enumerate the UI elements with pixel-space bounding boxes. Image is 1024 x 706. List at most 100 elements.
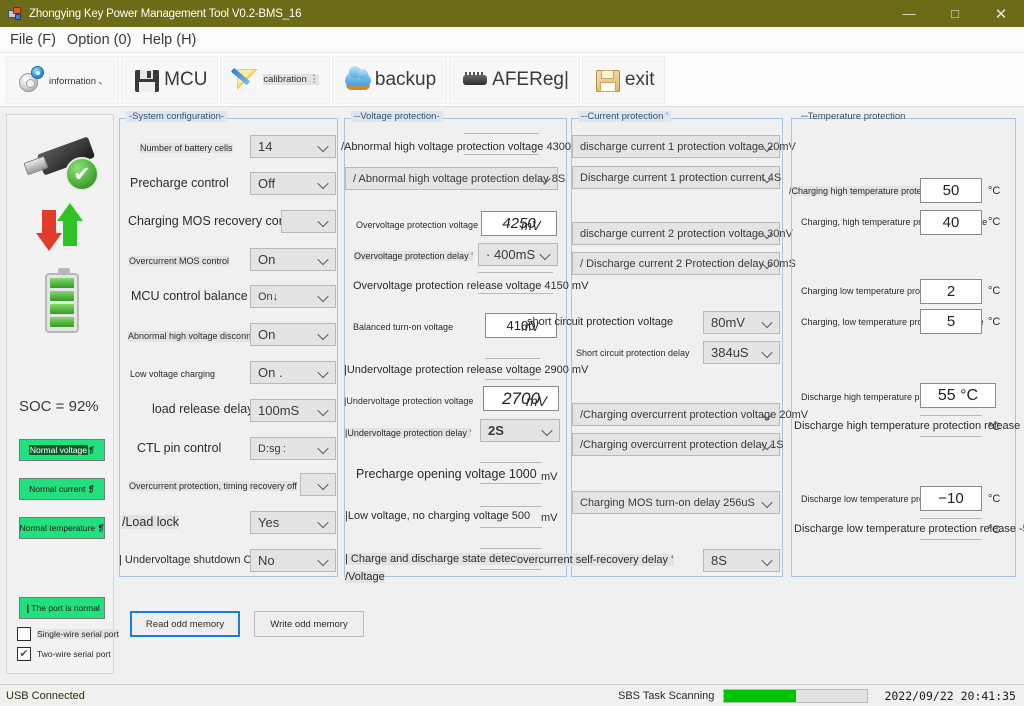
- status-normal-voltage-suffix: ❡: [88, 445, 95, 456]
- unit-charging-high-temperature-protection-release: °C: [988, 216, 1000, 228]
- label-overcurrent-mos-control: Overcurrent MOS control: [129, 256, 229, 266]
- checkbox-row-two-wire[interactable]: ✔ Two-wire serial port: [17, 647, 111, 661]
- status-normal-voltage[interactable]: Normal voltage ❡: [19, 439, 105, 461]
- label-low-voltage-charging: Low voltage charging: [130, 369, 215, 379]
- toolbar-label-mcu: MCU: [164, 69, 207, 91]
- combo-overcurrent-mos-control[interactable]: On: [250, 248, 336, 271]
- menu-item-option[interactable]: Option (0): [65, 30, 133, 50]
- floppy-exit-icon: [593, 65, 623, 95]
- toolbar-button-calibration[interactable]: calibration ⋮: [220, 56, 329, 104]
- toolbar-button-afereg[interactable]: AFEReg|: [449, 56, 580, 104]
- combo-discharge-current-2-protection-voltage[interactable]: discharge current 2 protection voltage 3…: [572, 222, 780, 245]
- combo-undervoltage-shutdown-chg[interactable]: No: [250, 549, 336, 572]
- combo-short-circuit-protection-voltage[interactable]: 80mV: [703, 311, 780, 334]
- combo-load-release-delay[interactable]: 100mS: [250, 399, 336, 422]
- input-charging-low-temperature-protection[interactable]: 2: [920, 279, 982, 304]
- menu-item-help[interactable]: Help (H): [140, 30, 198, 50]
- toolbar-label-backup: backup: [375, 69, 436, 91]
- label-number-of-battery-cells: Number of battery cells: [140, 143, 233, 153]
- input-discharge-low-temperature-protection[interactable]: −10: [920, 486, 982, 511]
- combo-charging-mos-turn-on-delay[interactable]: Charging MOS turn-on delay 256uS: [572, 491, 780, 514]
- combo-value-abnormal-high-voltage-disconnection: On: [258, 327, 275, 342]
- combo-short-circuit-protection-delay[interactable]: 384uS: [703, 341, 780, 364]
- combo-overvoltage-protection-delay[interactable]: · 400mS: [478, 243, 558, 266]
- combo-value-charging-overcurrent-protection-voltage: /Charging overcurrent protection voltage…: [580, 409, 808, 421]
- combo-value-load-release-delay: 100mS: [258, 403, 299, 418]
- checkbox-two-wire-serial-port[interactable]: ✔: [17, 647, 31, 661]
- toolbar-label-afereg: AFEReg|: [492, 69, 569, 91]
- combo-undervoltage-protection-delay[interactable]: 2S: [480, 419, 560, 442]
- combo-discharge-current-1-protection-voltage[interactable]: discharge current 1 protection voltage 2…: [572, 135, 780, 158]
- input-charging-low-temperature-protection-release[interactable]: 5: [920, 309, 982, 334]
- combo-number-of-battery-cells[interactable]: 14: [250, 135, 336, 158]
- combo-abnormal-high-voltage-protection-delay[interactable]: / Abnormal high voltage protection delay…: [345, 167, 558, 190]
- group-legend-current-protection: --Current protection ‘: [578, 111, 671, 122]
- combo-charging-overcurrent-protection-voltage[interactable]: /Charging overcurrent protection voltage…: [572, 403, 780, 426]
- input-charging-high-temperature-protection[interactable]: 50: [920, 178, 982, 203]
- unit-undervoltage-protection-voltage: mV: [526, 393, 547, 409]
- combo-value-overcurrent-self-recovery-delay: 8S: [711, 553, 727, 568]
- combo-value-charging-mos-turn-on-delay: Charging MOS turn-on delay 256uS: [580, 497, 755, 509]
- combo-charging-overcurrent-protection-delay[interactable]: /Charging overcurrent protection delay 1…: [572, 433, 780, 456]
- status-normal-current[interactable]: Normal current ❡: [19, 478, 105, 500]
- combo-value-charging-overcurrent-protection-delay: /Charging overcurrent protection delay 1…: [580, 439, 784, 451]
- label-short-circuit-protection-voltage: short circuit protection voltage: [527, 316, 673, 328]
- unit-charging-low-temperature-protection-release: °C: [988, 316, 1000, 328]
- toolbar-button-backup[interactable]: backup: [332, 56, 447, 104]
- combo-mcu-control-balance[interactable]: On↓: [250, 285, 336, 308]
- status-datetime: 2022/09/22 20:41:35: [884, 689, 1016, 703]
- label-abnormal-high-voltage-protection-voltage: /Abnormal high voltage protection voltag…: [341, 141, 591, 153]
- combo-ctl-pin-control[interactable]: D:sg :: [250, 437, 336, 460]
- toolbar-button-mcu[interactable]: MCU: [121, 56, 218, 104]
- ruler-calibration-icon: [231, 65, 261, 95]
- label-overvoltage-protection-delay: Overvoltage protection delay ‘: [354, 251, 473, 261]
- combo-low-voltage-charging[interactable]: On .: [250, 361, 336, 384]
- combo-overcurrent-protection-timing-recovery[interactable]: [300, 473, 336, 496]
- unit-discharge-high-temperature-protection-release: °C: [988, 421, 1000, 433]
- title-bar: Zhongying Key Power Management Tool V0.2…: [0, 0, 1024, 27]
- input-discharge-high-temperature-protection[interactable]: 55 °C: [920, 383, 996, 408]
- checkbox-single-wire-serial-port[interactable]: [17, 627, 31, 641]
- combo-value-overvoltage-protection-delay: · 400mS: [486, 247, 535, 262]
- checkbox-row-single-wire[interactable]: Single-wire serial port: [17, 627, 119, 641]
- close-button[interactable]: ✕: [978, 0, 1024, 27]
- combo-discharge-current-1-protection-current[interactable]: Discharge current 1 protection current 4…: [572, 166, 780, 189]
- minimize-button[interactable]: —: [886, 0, 932, 27]
- status-normal-temperature[interactable]: Normal temperature ❡: [19, 517, 105, 539]
- combo-value-number-of-battery-cells: 14: [258, 139, 272, 154]
- label-undervoltage-protection-delay: |Undervoltage protection delay ‘: [345, 428, 471, 438]
- combo-value-ctl-pin-control: D:sg :: [258, 443, 286, 455]
- combo-value-load-lock: Yes: [258, 515, 279, 530]
- label-charging-high-temperature-protection: /Charging high temperature protection: [789, 186, 941, 196]
- combo-value-short-circuit-protection-voltage: 80mV: [711, 315, 745, 330]
- app-logo-icon: [7, 6, 23, 22]
- maximize-button[interactable]: □: [932, 0, 978, 27]
- status-port-normal[interactable]: ❙The port is normal: [19, 597, 105, 619]
- combo-load-lock[interactable]: Yes: [250, 511, 336, 534]
- label-short-circuit-protection-delay: Short circuit protection delay: [576, 348, 690, 358]
- menu-bar: File (F) Option (0) Help (H): [0, 27, 1024, 53]
- input-charging-high-temperature-protection-release[interactable]: 40: [920, 210, 982, 235]
- combo-precharge-control[interactable]: Off: [250, 172, 336, 195]
- combo-charging-mos-recovery-control[interactable]: [281, 210, 336, 233]
- status-bar: USB Connected SBS Task Scanning 2022/09/…: [0, 684, 1024, 706]
- input-overvoltage-protection-voltage[interactable]: 4250: [481, 211, 557, 236]
- toolbar-button-exit[interactable]: exit: [582, 56, 666, 104]
- gear-icon: [17, 65, 47, 95]
- input-undervoltage-protection-voltage[interactable]: 2700: [483, 386, 559, 411]
- menu-item-file[interactable]: File (F): [8, 30, 58, 50]
- combo-abnormal-high-voltage-disconnection[interactable]: On: [250, 323, 336, 346]
- status-task-label: SBS Task Scanning: [618, 690, 714, 702]
- write-odd-memory-button[interactable]: Write odd memory: [254, 611, 364, 637]
- soc-value-label: SOC = 92%: [19, 398, 99, 415]
- label-precharge-opening-voltage: Precharge opening voltage 1000: [356, 467, 537, 481]
- label-undervoltage-protection-voltage: |Undervoltage protection voltage: [344, 396, 473, 406]
- label-ctl-pin-control: CTL pin control: [137, 441, 221, 455]
- label-undervoltage-protection-release-voltage: |Undervoltage protection release voltage…: [344, 364, 588, 376]
- combo-discharge-current-2-protection-delay[interactable]: / Discharge current 2 Protection delay 6…: [572, 252, 780, 275]
- toolbar-button-information[interactable]: information 、: [6, 56, 119, 104]
- combo-overcurrent-self-recovery-delay[interactable]: 8S: [703, 549, 780, 572]
- floppy-save-icon: [132, 65, 162, 95]
- read-odd-memory-button[interactable]: Read odd memory: [130, 611, 240, 637]
- status-progress-bar: [723, 689, 868, 703]
